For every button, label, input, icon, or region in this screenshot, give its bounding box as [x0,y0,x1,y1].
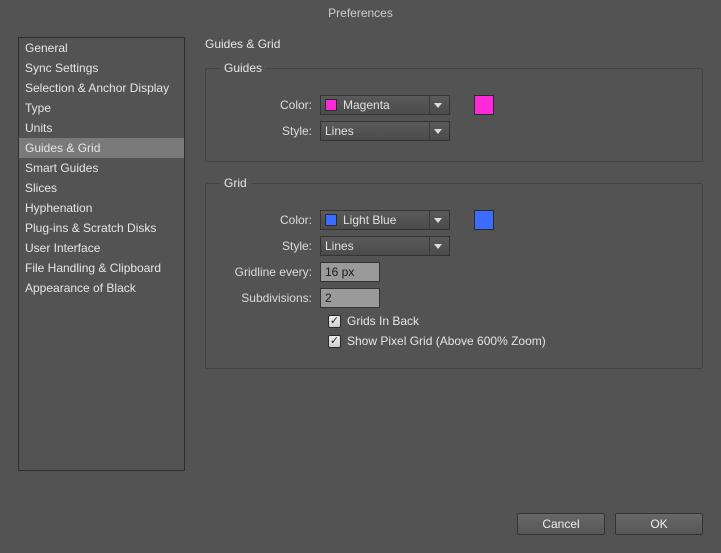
sidebar-item-appearance-of-black[interactable]: Appearance of Black [19,278,184,298]
grid-legend: Grid [220,176,251,190]
chevron-down-icon [429,96,445,114]
sidebar-item-guides-grid[interactable]: Guides & Grid [19,138,184,158]
window-title: Preferences [0,6,721,20]
guides-color-label: Color: [220,98,320,112]
grids-in-back-label: Grids In Back [347,314,419,328]
sidebar-item-slices[interactable]: Slices [19,178,184,198]
guides-style-value: Lines [325,124,429,138]
gridline-every-label: Gridline every: [220,265,320,279]
grid-color-label: Color: [220,213,320,227]
button-bar: Cancel OK [517,513,703,535]
sidebar-item-general[interactable]: General [19,38,184,58]
guides-style-label: Style: [220,124,320,138]
sidebar-item-file-handling-clipboard[interactable]: File Handling & Clipboard [19,258,184,278]
grid-group: Grid Color: Light Blue Style: Lines Grid… [205,176,703,369]
sidebar-item-selection-anchor-display[interactable]: Selection & Anchor Display [19,78,184,98]
show-pixel-grid-checkbox[interactable] [328,335,341,348]
grid-style-label: Style: [220,239,320,253]
sidebar-item-plug-ins-scratch-disks[interactable]: Plug-ins & Scratch Disks [19,218,184,238]
grids-in-back-checkbox[interactable] [328,315,341,328]
grid-color-select[interactable]: Light Blue [320,210,450,230]
sidebar-item-user-interface[interactable]: User Interface [19,238,184,258]
sidebar: GeneralSync SettingsSelection & Anchor D… [18,37,185,471]
sidebar-item-sync-settings[interactable]: Sync Settings [19,58,184,78]
chevron-down-icon [429,237,445,255]
sidebar-item-smart-guides[interactable]: Smart Guides [19,158,184,178]
grid-style-value: Lines [325,239,429,253]
grid-color-value: Light Blue [343,213,429,227]
show-pixel-grid-label: Show Pixel Grid (Above 600% Zoom) [347,334,546,348]
sidebar-item-units[interactable]: Units [19,118,184,138]
chevron-down-icon [429,211,445,229]
grid-color-swatch-inline [325,214,337,226]
guides-legend: Guides [220,61,266,75]
panel-title: Guides & Grid [205,37,703,51]
sidebar-item-type[interactable]: Type [19,98,184,118]
subdivisions-label: Subdivisions: [220,291,320,305]
chevron-down-icon [429,122,445,140]
gridline-every-input[interactable] [320,262,380,282]
panel: Guides & Grid Guides Color: Magenta Styl… [205,37,703,383]
guides-style-select[interactable]: Lines [320,121,450,141]
ok-button[interactable]: OK [615,513,703,535]
grid-color-swatch[interactable] [474,210,494,230]
sidebar-item-hyphenation[interactable]: Hyphenation [19,198,184,218]
guides-color-select[interactable]: Magenta [320,95,450,115]
guides-group: Guides Color: Magenta Style: Lines [205,61,703,162]
guides-color-swatch-inline [325,99,337,111]
guides-color-swatch[interactable] [474,95,494,115]
grid-style-select[interactable]: Lines [320,236,450,256]
cancel-button[interactable]: Cancel [517,513,605,535]
guides-color-value: Magenta [343,98,429,112]
subdivisions-input[interactable] [320,288,380,308]
